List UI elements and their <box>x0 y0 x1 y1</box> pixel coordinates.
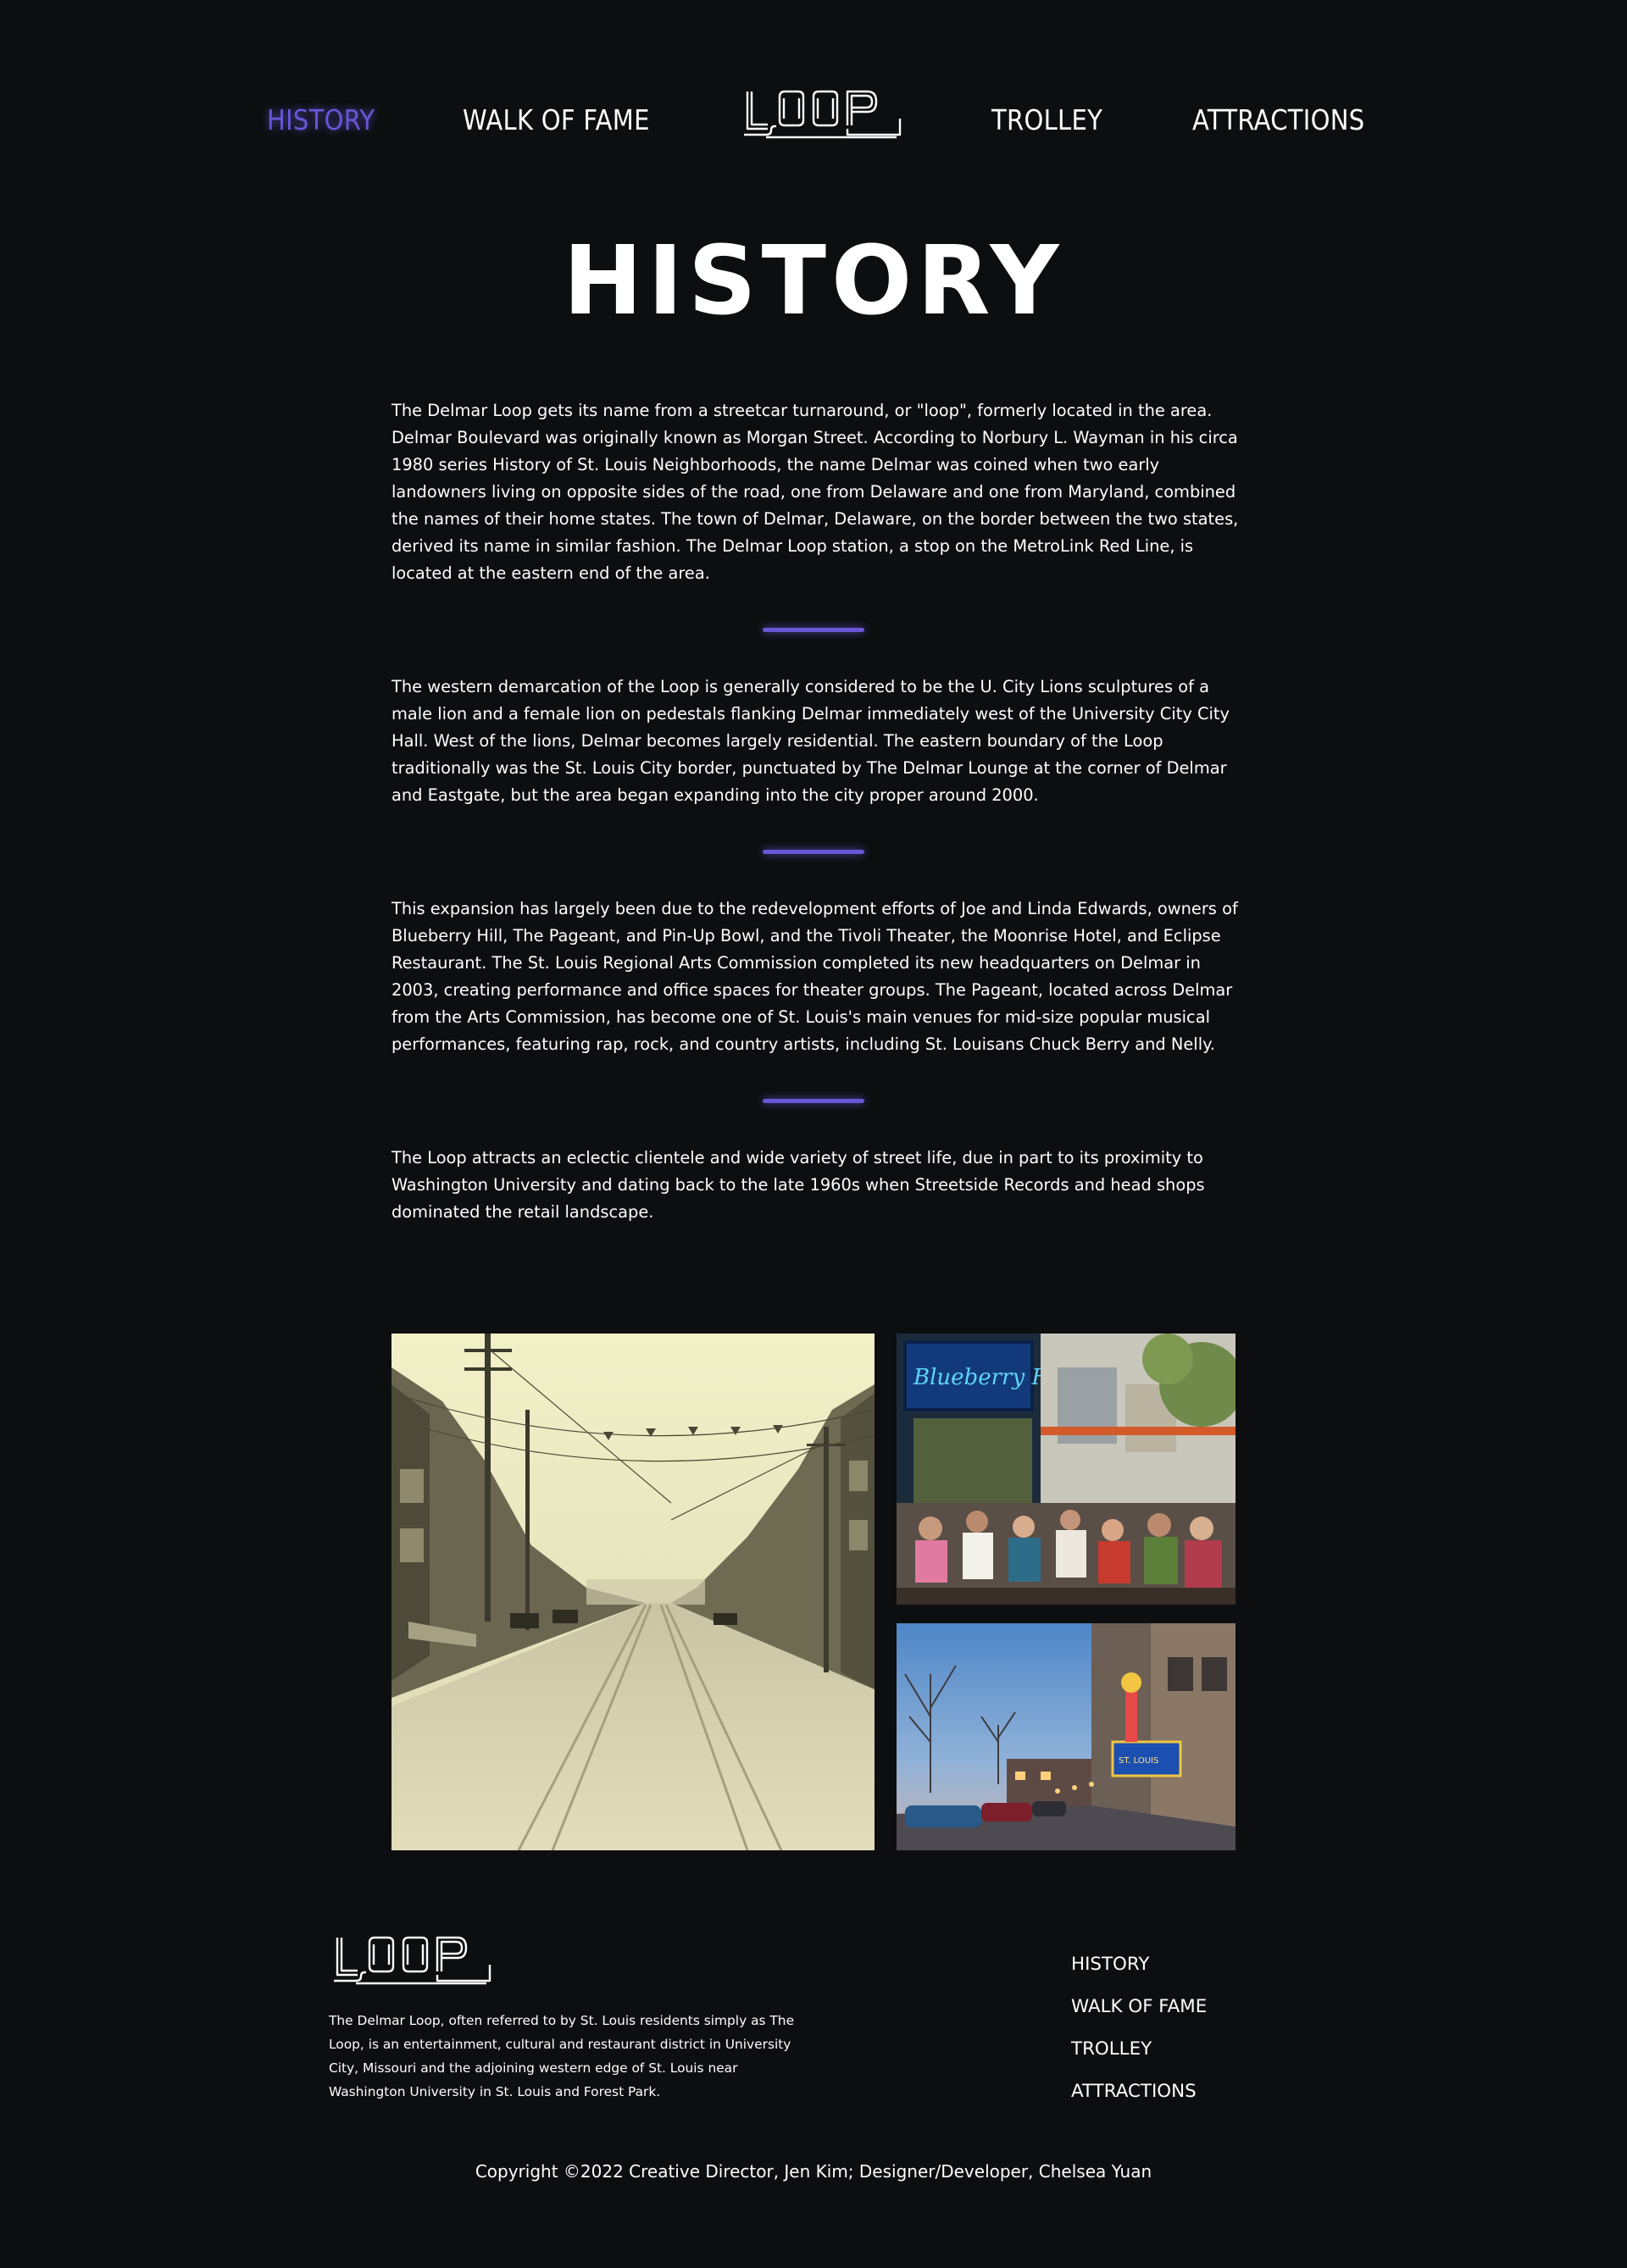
theater-sign-text: ST. LOUIS <box>1119 1756 1158 1766</box>
blueberry-hill-photo: Blueberry Hill <box>897 1334 1236 1605</box>
section-divider <box>763 628 864 632</box>
loop-logo-icon <box>744 90 902 139</box>
nav-history[interactable]: HISTORY <box>267 98 375 142</box>
historic-streetcar-photo <box>391 1334 875 1850</box>
nav-trolley[interactable]: TROLLEY <box>991 98 1102 142</box>
loop-street-night-photo: ST. LOUIS <box>897 1623 1236 1850</box>
history-paragraph-1: The Delmar Loop gets its name from a str… <box>391 401 1239 583</box>
footer-link-history[interactable]: HISTORY <box>1071 1952 1149 1977</box>
footer-link-trolley[interactable]: TROLLEY <box>1071 2037 1152 2062</box>
history-paragraph-2: The western demarcation of the Loop is g… <box>391 677 1230 805</box>
footer-loop-logo[interactable] <box>332 1934 493 1987</box>
section-divider <box>763 1099 864 1103</box>
loop-logo[interactable] <box>742 88 903 141</box>
footer-link-attractions[interactable]: ATTRACTIONS <box>1071 2079 1197 2104</box>
nav-attractions[interactable]: ATTRACTIONS <box>1192 98 1364 142</box>
page-title: HISTORY <box>563 226 1064 336</box>
history-paragraph-3: This expansion has largely been due to t… <box>391 899 1238 1054</box>
nav-walk-of-fame[interactable]: WALK OF FAME <box>463 98 650 142</box>
history-paragraph-4: The Loop attracts an eclectic clientele … <box>391 1148 1205 1222</box>
footer-link-walk-of-fame[interactable]: WALK OF FAME <box>1071 1994 1207 2020</box>
loop-logo-icon <box>334 1936 491 1985</box>
copyright-text: Copyright ©2022 Creative Director, Jen K… <box>475 2161 1152 2182</box>
section-divider <box>763 850 864 854</box>
footer-description: The Delmar Loop, often referred to by St… <box>329 2013 795 2099</box>
